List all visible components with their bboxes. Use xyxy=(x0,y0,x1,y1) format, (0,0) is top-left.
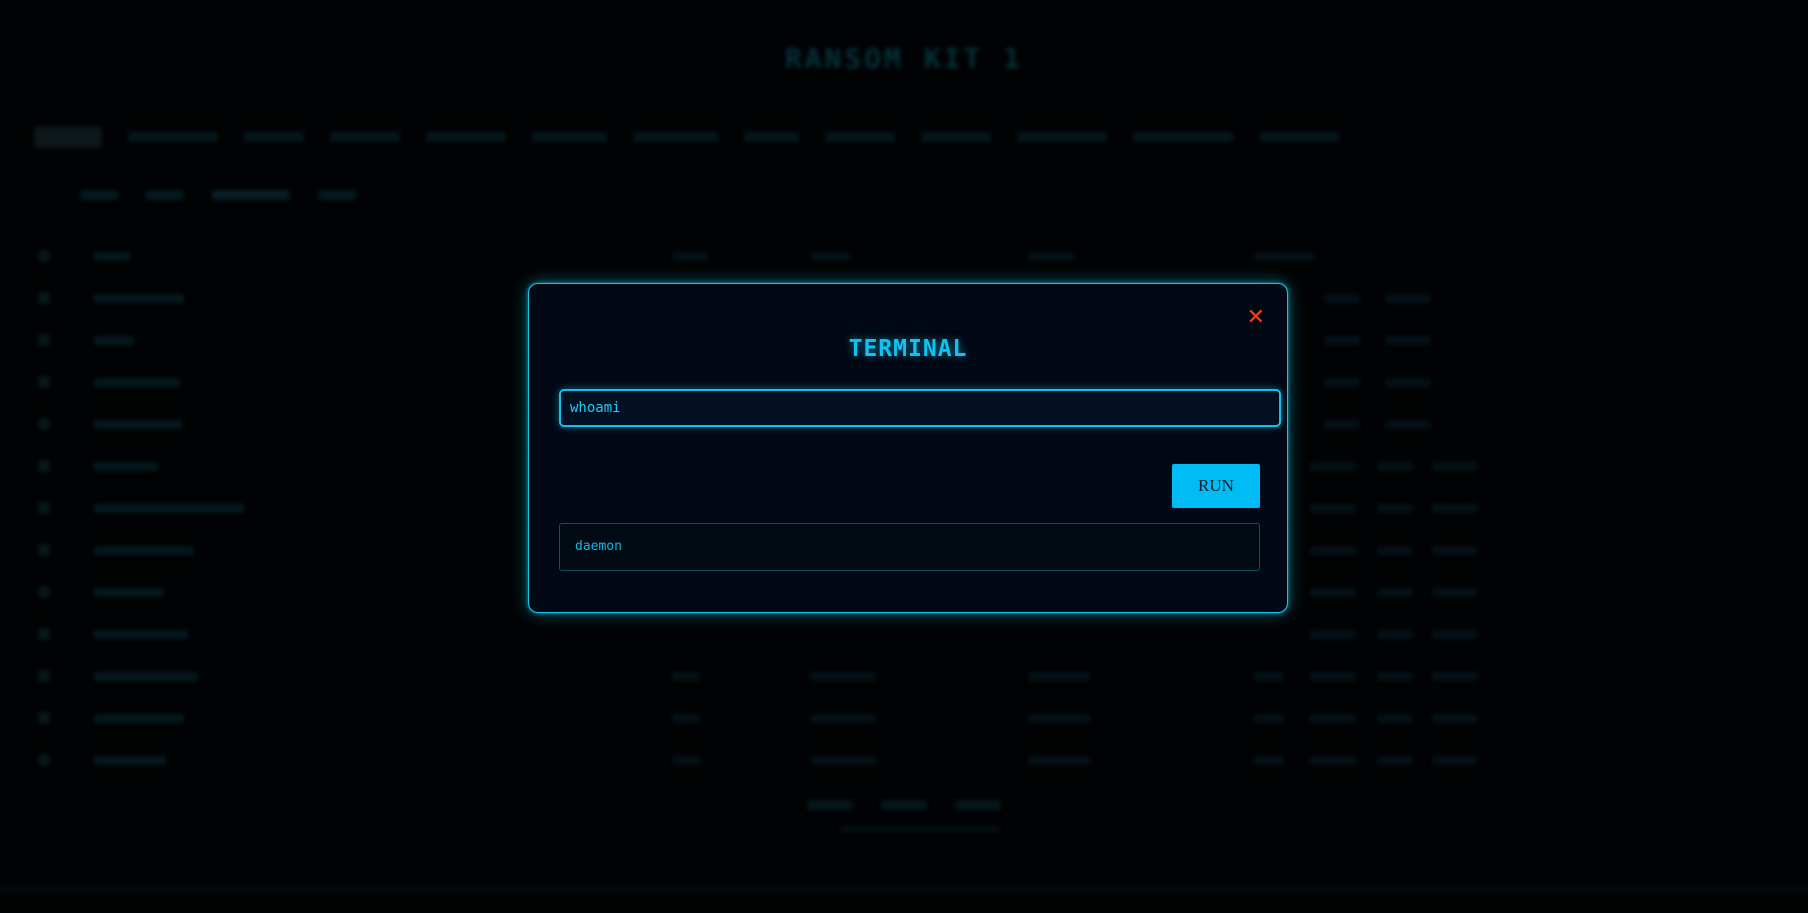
command-input[interactable] xyxy=(559,389,1281,427)
close-icon[interactable]: ✕ xyxy=(1247,307,1265,329)
output-text: daemon xyxy=(575,539,622,554)
modal-title: TERMINAL xyxy=(848,336,968,362)
run-button[interactable]: RUN xyxy=(1172,464,1260,508)
terminal-modal: ✕ TERMINAL RUN daemon xyxy=(528,283,1288,613)
output-box: daemon xyxy=(559,523,1260,571)
